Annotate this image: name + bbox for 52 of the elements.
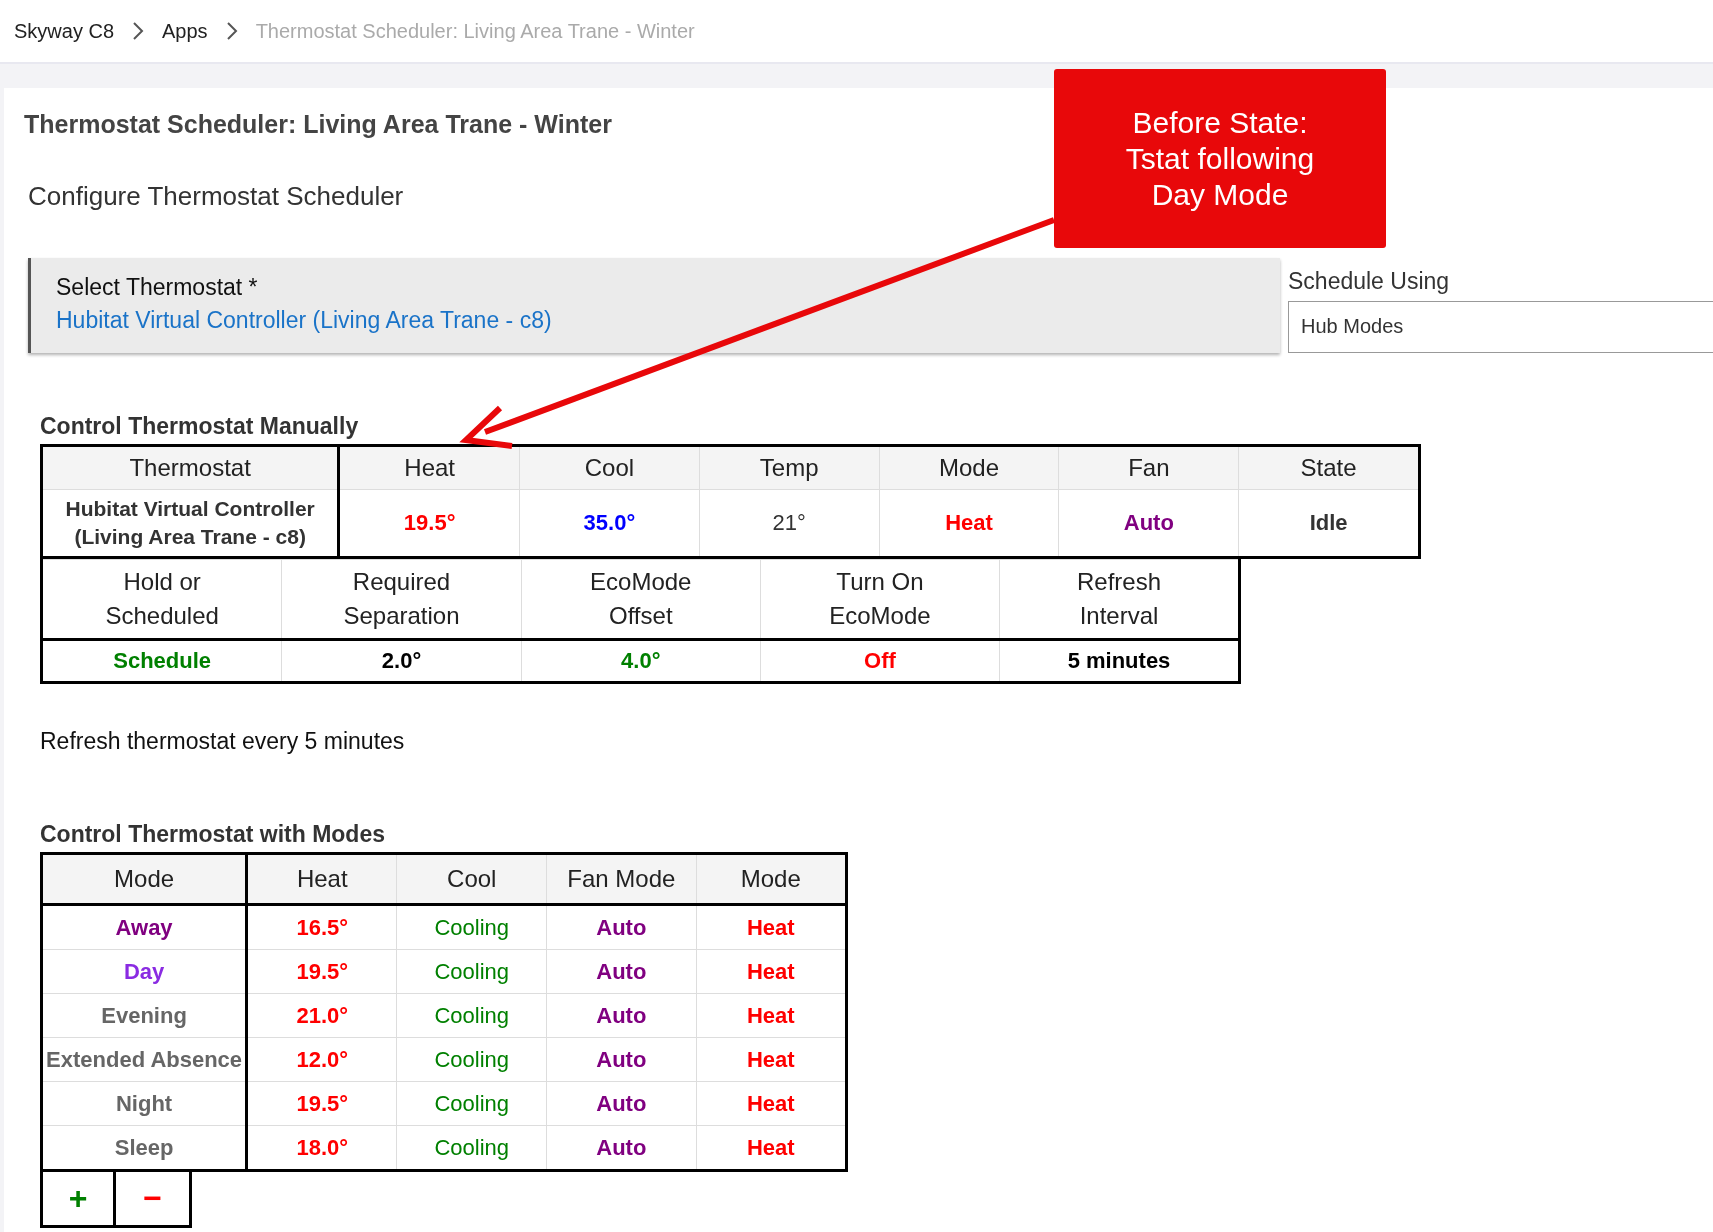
table-cell: Cooling	[396, 949, 547, 994]
table-cell: Auto	[546, 1037, 697, 1082]
table-cell: Evening	[41, 993, 247, 1038]
table-cell: 12.0°	[246, 1037, 397, 1082]
table-cell: 19.5°	[246, 949, 397, 994]
column-header: Mode	[879, 445, 1059, 490]
column-header: Cool	[519, 445, 700, 490]
table-title: Control Thermostat with Modes	[40, 821, 386, 848]
table-cell: Extended Absence	[41, 1037, 247, 1082]
table-cell: Cooling	[396, 904, 547, 950]
chevron-right-icon	[132, 21, 145, 41]
table-cell: Night	[41, 1081, 247, 1126]
column-header: Refresh Interval	[999, 559, 1240, 640]
add-button[interactable]: +	[40, 1172, 116, 1228]
page-title: Thermostat Scheduler: Living Area Trane - Winter	[24, 110, 612, 139]
column-header: Cool	[396, 853, 547, 905]
column-header: Heat	[246, 853, 397, 905]
schedule-dropdown[interactable]: Hub Modes	[1288, 301, 1713, 353]
table-cell: 16.5°	[246, 904, 397, 950]
section-title: Configure Thermostat Scheduler	[28, 181, 404, 212]
refresh-note: Refresh thermostat every 5 minutes	[40, 728, 406, 755]
table-cell: Day	[41, 949, 247, 994]
breadcrumb-link[interactable]: Apps	[162, 19, 208, 43]
remove-button[interactable]: −	[116, 1172, 192, 1228]
table-cell: Auto	[546, 904, 697, 950]
column-header: Fan	[1058, 445, 1239, 490]
column-header: Mode	[696, 853, 847, 905]
chevron-right-icon	[225, 21, 238, 41]
thermostat-selector[interactable]: Select Thermostat * Hubitat Virtual Controller (Living Area Trane - c8)	[28, 258, 1280, 353]
field-label: Schedule Using	[1288, 268, 1450, 295]
table-cell: Auto	[546, 1081, 697, 1126]
breadcrumb-link[interactable]: Skyway C8	[14, 19, 115, 43]
column-header: Thermostat	[41, 445, 339, 490]
table-cell: Cooling	[396, 1081, 547, 1126]
table-cell: Auto	[546, 993, 697, 1038]
column-header: Heat	[338, 445, 520, 490]
table-title: Control Thermostat Manually	[40, 413, 360, 440]
column-header: Hold or Scheduled	[41, 559, 282, 640]
annotation-callout: Before State: Tstat following Day Mode	[1054, 69, 1386, 248]
column-header: EcoMode Offset	[521, 559, 761, 640]
column-header: State	[1238, 445, 1420, 490]
column-header: Required Separation	[281, 559, 522, 640]
table-cell: 19.5°	[246, 1081, 397, 1126]
column-header: Turn On EcoMode	[760, 559, 1000, 640]
table-cell: Cooling	[396, 1037, 547, 1082]
column-header: Mode	[41, 853, 247, 905]
table-cell: Cooling	[396, 993, 547, 1038]
column-header: Fan Mode	[546, 853, 697, 905]
table-cell: Away	[41, 904, 247, 950]
column-header: Temp	[699, 445, 880, 490]
table-cell: Auto	[546, 949, 697, 994]
table-cell: 21.0°	[246, 993, 397, 1038]
